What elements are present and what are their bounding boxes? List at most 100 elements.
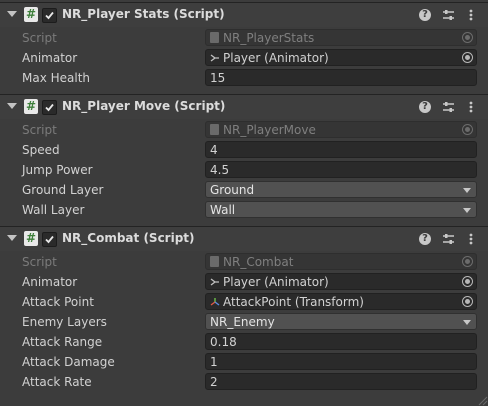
help-glyph: ? [419,100,431,113]
help-icon[interactable]: ? [418,231,432,246]
attack-damage-input[interactable]: 1 [205,353,477,370]
object-picker-icon [462,124,473,135]
component-nr-player-stats: # NR_Player Stats (Script) ? Script NR_P… [0,2,488,94]
field-row-script: Script NR_PlayerStats [0,28,488,48]
help-glyph: ? [419,232,431,245]
csharp-script-icon: # [24,231,38,246]
field-label: Animator [22,51,78,65]
field-value: Wall [210,203,236,217]
field-value: 4.5 [210,163,230,177]
foldout-arrow-icon[interactable] [7,235,17,241]
speed-input[interactable]: 4 [205,141,477,158]
field-row-attack-rate: Attack Rate 2 [0,372,488,392]
enable-checkbox[interactable] [42,100,57,115]
object-picker-icon [462,256,473,267]
field-label: Script [22,255,57,269]
field-label: Max Health [22,71,91,85]
script-file-icon [210,256,219,267]
object-picker-icon[interactable] [462,296,473,307]
enemy-layers-dropdown[interactable]: NR_Enemy [205,313,477,330]
script-field: NR_PlayerMove [205,121,477,138]
component-header[interactable]: # NR_Combat (Script) ? [0,226,488,251]
enable-checkbox[interactable] [42,8,57,23]
field-value: AttackPoint (Transform) [223,295,364,309]
object-picker-icon [462,32,473,43]
help-icon[interactable]: ? [418,7,432,22]
field-label: Jump Power [22,163,93,177]
component-nr-player-move: # NR_Player Move (Script) ? Script NR_Pl… [0,94,488,226]
field-label: Speed [22,143,60,157]
context-menu-icon[interactable] [464,7,478,22]
field-label: Attack Point [22,295,94,309]
field-label: Animator [22,275,78,289]
field-row-wall-layer: Wall Layer Wall [0,200,488,220]
field-label: Attack Rate [22,375,92,389]
presets-icon[interactable] [441,231,455,246]
field-row-animator: Animator Player (Animator) [0,272,488,292]
context-menu-icon[interactable] [464,99,478,114]
object-picker-icon[interactable] [462,276,473,287]
animator-object-field[interactable]: Player (Animator) [205,273,477,290]
enable-checkbox[interactable] [42,232,57,247]
presets-icon[interactable] [441,7,455,22]
animator-icon [210,54,219,62]
chevron-down-icon [463,320,471,325]
foldout-arrow-icon[interactable] [7,103,17,109]
chevron-down-icon [463,188,471,193]
field-row-max-health: Max Health 15 [0,68,488,88]
field-row-attack-damage: Attack Damage 1 [0,352,488,372]
field-row-speed: Speed 4 [0,140,488,160]
presets-icon[interactable] [441,99,455,114]
help-icon[interactable]: ? [418,99,432,114]
field-label: Wall Layer [22,203,85,217]
field-value: 2 [210,375,218,389]
component-header[interactable]: # NR_Player Move (Script) ? [0,94,488,119]
field-label: Attack Damage [22,355,115,369]
field-value: NR_Enemy [210,315,275,329]
ground-layer-dropdown[interactable]: Ground [205,181,477,198]
foldout-arrow-icon[interactable] [7,11,17,17]
field-value: NR_PlayerMove [223,123,316,137]
script-file-icon [210,124,219,135]
field-row-enemy-layers: Enemy Layers NR_Enemy [0,312,488,332]
help-glyph: ? [419,8,431,21]
field-row-attack-point: Attack Point AttackPoint (Transform) [0,292,488,312]
field-label: Script [22,123,57,137]
field-label: Ground Layer [22,183,104,197]
field-value: NR_PlayerStats [223,31,315,45]
component-header[interactable]: # NR_Player Stats (Script) ? [0,2,488,27]
field-value: 0.18 [210,335,237,349]
field-row-jump-power: Jump Power 4.5 [0,160,488,180]
field-row-animator: Animator Player (Animator) [0,48,488,68]
csharp-script-icon: # [24,99,38,114]
field-value: Ground [210,183,255,197]
component-title: NR_Combat (Script) [62,231,195,245]
field-row-ground-layer: Ground Layer Ground [0,180,488,200]
animator-object-field[interactable]: Player (Animator) [205,49,477,66]
field-value: Player (Animator) [223,275,329,289]
field-label: Attack Range [22,335,103,349]
context-menu-icon[interactable] [464,231,478,246]
field-value: Player (Animator) [223,51,329,65]
script-field: NR_PlayerStats [205,29,477,46]
csharp-script-icon: # [24,7,38,22]
wall-layer-dropdown[interactable]: Wall [205,201,477,218]
chevron-down-icon [463,208,471,213]
script-file-icon [210,32,219,43]
field-row-script: Script NR_PlayerMove [0,120,488,140]
field-row-script: Script NR_Combat [0,252,488,272]
field-value: 15 [210,71,226,85]
attack-point-object-field[interactable]: AttackPoint (Transform) [205,293,477,310]
transform-icon [210,298,220,306]
max-health-input[interactable]: 15 [205,69,477,86]
component-title: NR_Player Move (Script) [62,99,226,113]
attack-range-input[interactable]: 0.18 [205,333,477,350]
component-title: NR_Player Stats (Script) [62,7,225,21]
object-picker-icon[interactable] [462,52,473,63]
field-value: 1 [210,355,218,369]
field-value: NR_Combat [223,255,294,269]
jump-power-input[interactable]: 4.5 [205,161,477,178]
field-row-attack-range: Attack Range 0.18 [0,332,488,352]
script-field: NR_Combat [205,253,477,270]
attack-rate-input[interactable]: 2 [205,373,477,390]
